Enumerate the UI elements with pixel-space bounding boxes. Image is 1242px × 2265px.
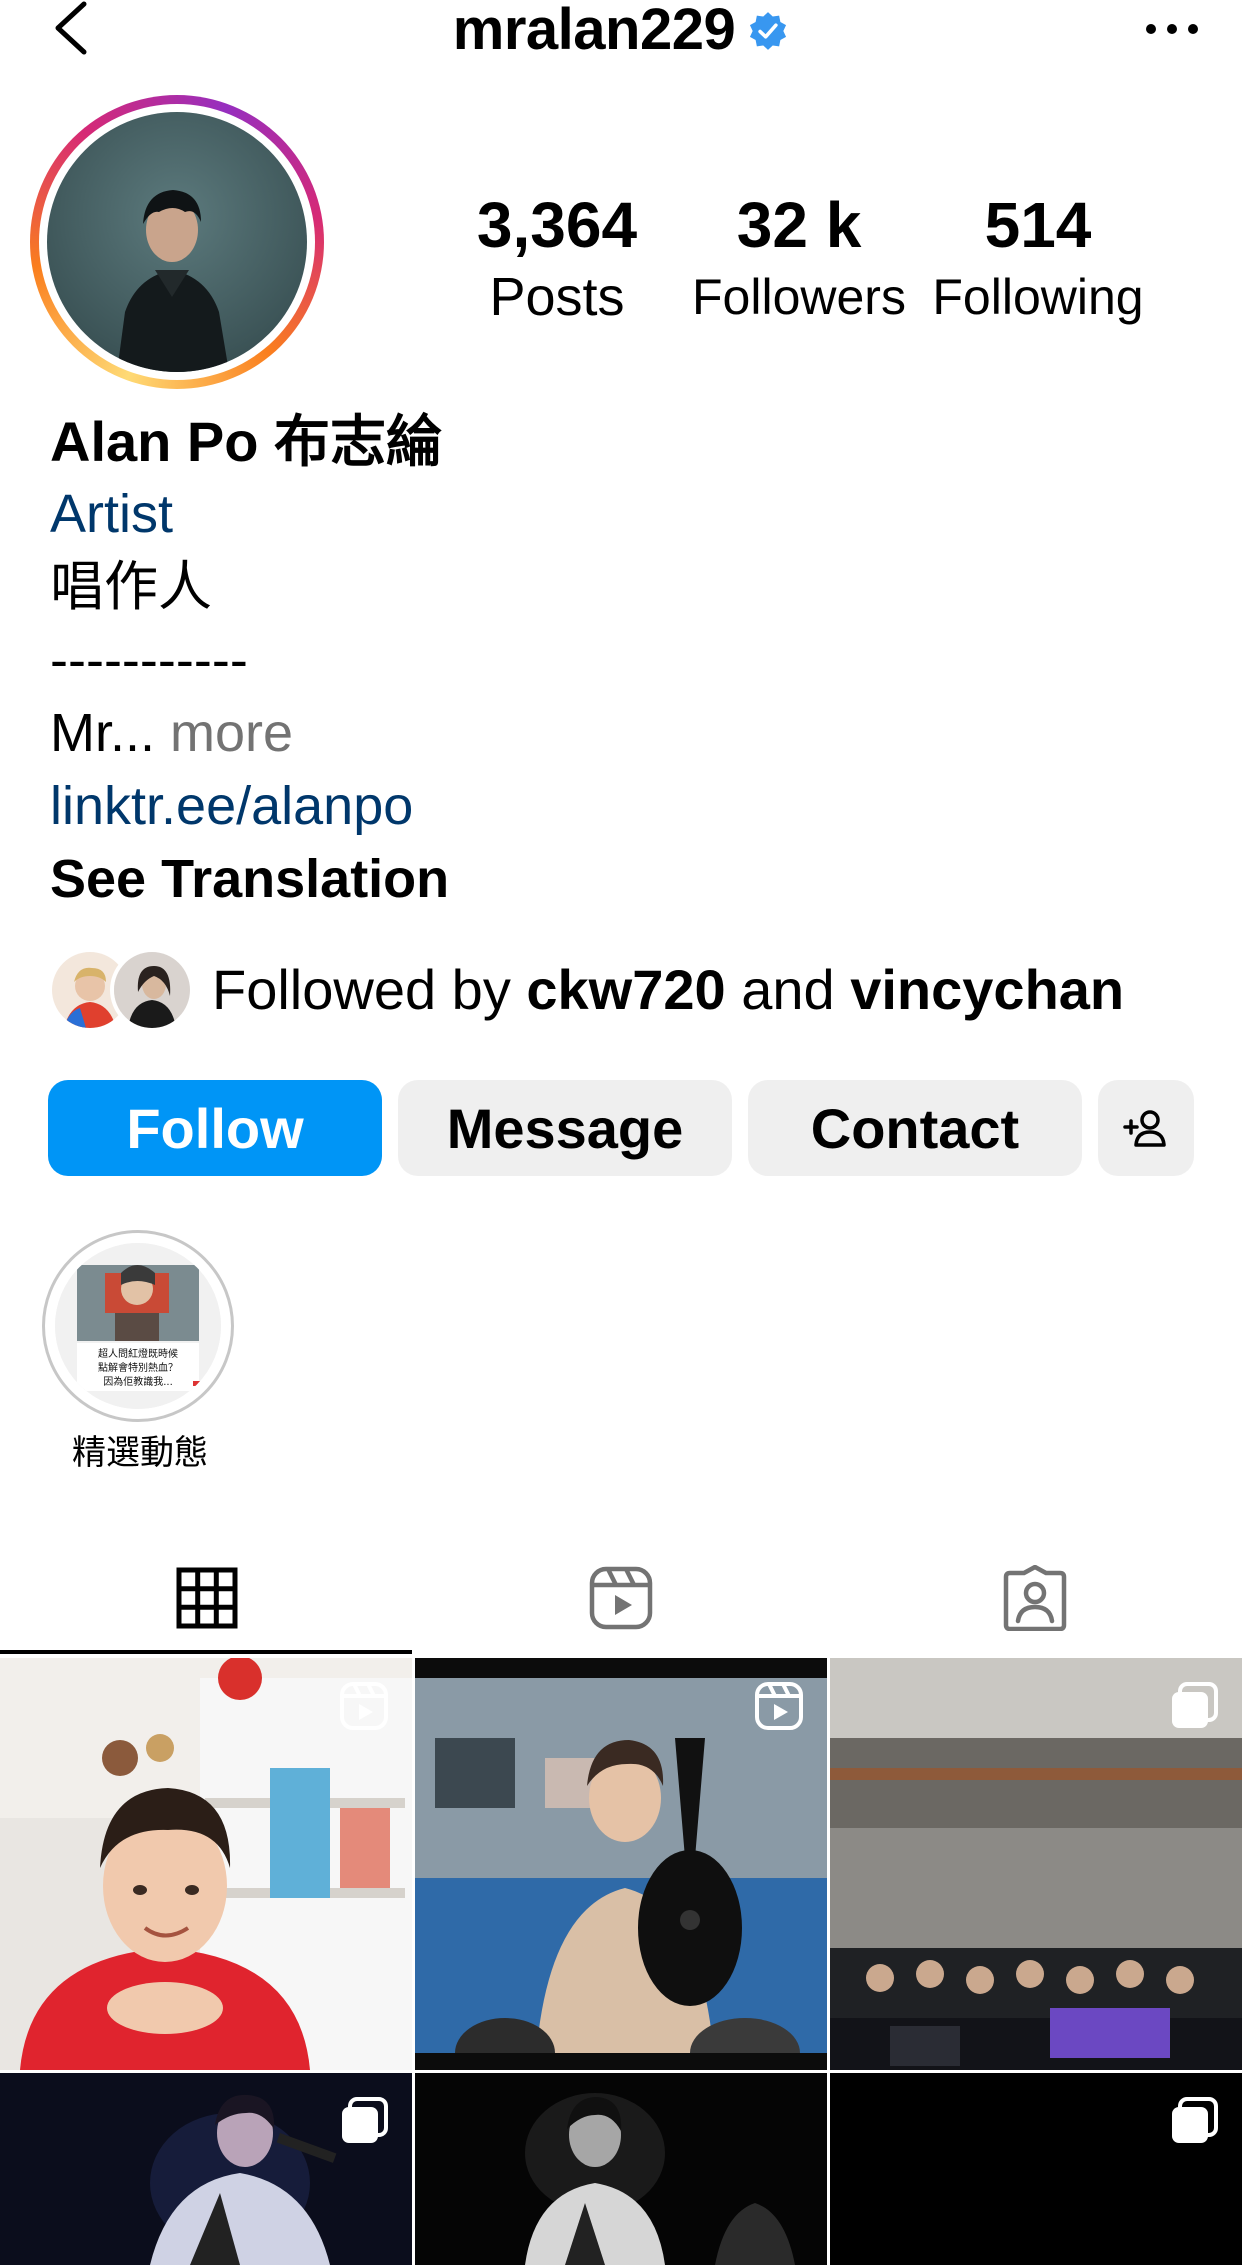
post-thumbnail[interactable] [0,2073,412,2265]
active-tab-indicator [0,1650,412,1654]
followers-stat[interactable]: 32 k Followers [684,188,914,332]
verified-badge-icon [750,12,787,50]
carousel-badge-icon [342,2097,388,2143]
add-person-icon [1123,1110,1166,1147]
following-label: Following [932,269,1144,325]
following-count: 514 [984,189,1092,261]
avatar-photo [117,190,229,372]
follow-button[interactable]: Follow [48,1080,382,1176]
highlight-cover: 超人問紅燈既時候 點解會特別熱血？ 因為佢教識我... [55,1243,221,1409]
followed-by-row[interactable]: Followed by ckw720 and vincychan [48,945,1208,1035]
bio-truncated: Mr... more [50,697,1200,770]
tab-tagged[interactable] [828,1540,1242,1655]
grid-icon [176,1567,238,1628]
followed-by-prefix: Followed by [212,958,527,1021]
post-thumbnail[interactable] [830,2073,1242,2265]
bio-more-link[interactable]: more [155,703,293,763]
posts-label: Posts [489,267,625,327]
bio-text-line: 唱作人 [50,557,212,617]
highlight-cover-text-line: 點解會特別熱血？ [98,1361,178,1374]
avatar-story-ring[interactable] [30,95,324,389]
mutual-follower-avatar [110,948,194,1032]
post-thumbnail[interactable] [415,2073,827,2265]
ellipsis-icon [1146,24,1198,34]
post-thumbnail[interactable] [415,1658,827,2070]
see-translation-link[interactable]: See Translation [50,843,1200,916]
profile-bio: Alan Po 布志綸 Artist 唱作人 ----------- Mr...… [50,405,1200,916]
mutual-username[interactable]: vincychan [850,958,1124,1021]
profile-tabs [0,1540,1242,1655]
username: mralan229 [452,0,736,62]
followers-label: Followers [692,269,906,325]
posts-count: 3,364 [476,189,638,261]
followers-count: 32 k [736,189,862,261]
followed-by-text: Followed by ckw720 and vincychan [212,957,1124,1023]
reel-badge-icon [755,1682,803,1730]
display-name: Alan Po 布志綸 [50,410,443,473]
story-highlight[interactable]: 超人問紅燈既時候 點解會特別熱血？ 因為佢教識我... [42,1230,234,1422]
post-thumbnail[interactable] [0,1658,412,2070]
following-stat[interactable]: 514 Following [928,188,1148,332]
highlight-cover-text-line: 因為佢教識我... [103,1375,173,1388]
contact-button[interactable]: Contact [748,1080,1082,1176]
carousel-badge-icon [1172,1682,1218,1728]
tab-reels[interactable] [414,1540,828,1655]
reel-badge-icon [340,1682,388,1730]
posts-stat[interactable]: 3,364 Posts [462,188,652,332]
reels-icon [589,1566,653,1629]
profile-header: mralan229 [0,0,1242,70]
tagged-person-icon [1003,1564,1067,1631]
bio-external-link[interactable]: linktr.ee/alanpo [50,770,1200,843]
post-thumbnail[interactable] [830,1658,1242,2070]
more-options-button[interactable] [1142,14,1202,44]
username-title: mralan229 [0,0,1242,60]
mutual-username[interactable]: ckw720 [526,958,725,1021]
suggested-people-button[interactable] [1098,1080,1194,1176]
bio-truncated-text: Mr... [50,703,155,763]
avatar [47,112,307,372]
highlight-cover-text-line: 超人問紅燈既時候 [98,1347,178,1360]
carousel-badge-icon [1172,2097,1218,2143]
tab-posts[interactable] [0,1540,414,1655]
highlight-label: 精選動態 [72,1434,208,1472]
category-label: Artist [50,484,174,544]
bio-divider-text: ----------- [50,630,248,690]
message-button[interactable]: Message [398,1080,732,1176]
followed-by-connector: and [725,958,851,1021]
